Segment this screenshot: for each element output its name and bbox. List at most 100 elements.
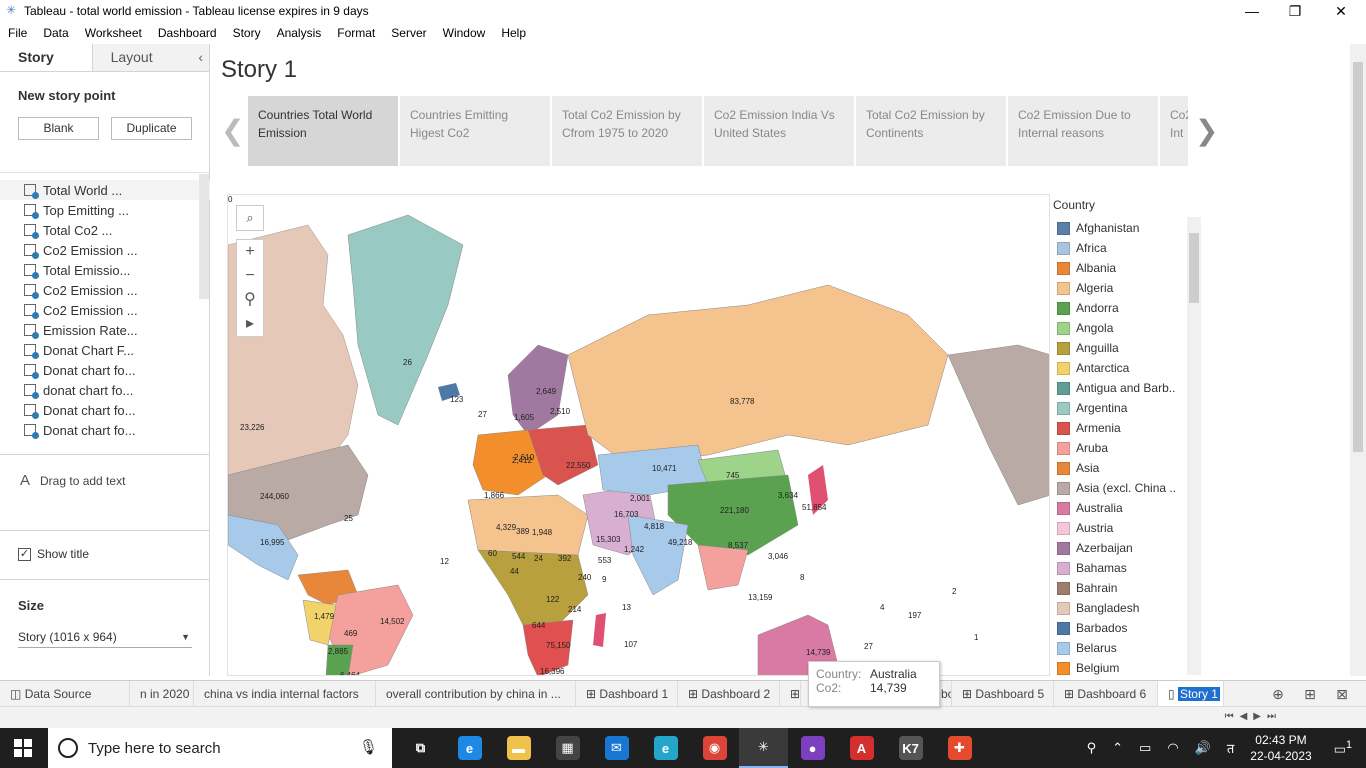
legend-item[interactable]: Barbados xyxy=(1053,618,1203,638)
menu-format[interactable]: Format xyxy=(337,26,375,40)
wifi-icon[interactable]: ◠ xyxy=(1167,740,1178,756)
taskbar-app-task-view[interactable]: ⧉ xyxy=(396,728,445,768)
legend-item[interactable]: Aruba xyxy=(1053,438,1203,458)
taskbar-search-input[interactable]: Type here to search 🎙 xyxy=(48,728,392,768)
sheet-item[interactable]: Total World ... xyxy=(0,180,210,200)
taskbar-app-store[interactable]: ▦ xyxy=(543,728,592,768)
legend-item[interactable]: Asia xyxy=(1053,458,1203,478)
tab-dashboard[interactable]: ⊞ Dashboard 1 xyxy=(576,680,678,707)
country-shape-alaska[interactable] xyxy=(947,344,1050,506)
taskbar-app-file-explorer[interactable]: ▬ xyxy=(494,728,543,768)
taskbar-app-other[interactable]: ✚ xyxy=(935,728,984,768)
story-point[interactable]: Countries Emitting Higest Co2 xyxy=(400,96,550,166)
new-story-icon[interactable]: ⊠ xyxy=(1326,681,1358,707)
show-title-checkbox[interactable]: ✓ xyxy=(18,547,31,561)
legend-item[interactable]: Anguilla xyxy=(1053,338,1203,358)
legend-item[interactable]: Asia (excl. China .. xyxy=(1053,478,1203,498)
story-point[interactable]: Total Co2 Emission by Cfrom 1975 to 2020 xyxy=(552,96,702,166)
tab-story-1[interactable]: ▯ Story 1 xyxy=(1158,680,1224,707)
legend-item[interactable]: Belgium xyxy=(1053,658,1203,678)
legend-item[interactable]: Afghanistan xyxy=(1053,218,1203,238)
menu-server[interactable]: Server xyxy=(391,26,426,40)
menu-dashboard[interactable]: Dashboard xyxy=(158,26,217,40)
collapse-pane-icon[interactable]: ‹ xyxy=(198,44,203,71)
sheet-item[interactable]: Total Co2 ... xyxy=(0,220,210,240)
story-point[interactable]: Co2 Emission Due to Internal reasons xyxy=(1008,96,1158,166)
story-point[interactable]: Countries Total World Emission xyxy=(248,96,398,166)
legend-item[interactable]: Bahamas xyxy=(1053,558,1203,578)
taskbar-app-k7[interactable]: K7 xyxy=(886,728,935,768)
windows-start-icon[interactable] xyxy=(14,739,32,757)
tab-data-source[interactable]: ◫ Data Source xyxy=(0,680,130,707)
legend-scroll-thumb[interactable] xyxy=(1189,233,1199,303)
sheet-item[interactable]: Donat chart fo... xyxy=(0,420,210,440)
legend-item[interactable]: Antarctica xyxy=(1053,358,1203,378)
sheet-navigation-icon[interactable]: ⏮◀▶⏭ xyxy=(1225,711,1282,722)
menu-story[interactable]: Story xyxy=(233,26,261,40)
minimize-button[interactable]: — xyxy=(1229,0,1275,22)
map-search-icon[interactable]: ⌕ xyxy=(236,205,264,231)
notification-icon[interactable]: ▭1 xyxy=(1334,739,1352,757)
taskbar-app-tableau[interactable]: ✳ xyxy=(739,728,788,768)
story-next-arrow-icon[interactable]: ❯ xyxy=(1195,114,1218,147)
tab-story[interactable]: Story xyxy=(0,44,92,71)
blank-button[interactable]: Blank xyxy=(18,117,99,140)
legend-item[interactable]: Austria xyxy=(1053,518,1203,538)
sheet-item[interactable]: Donat chart fo... xyxy=(0,360,210,380)
tab-sheet[interactable]: overall contribution by china in ... xyxy=(376,680,576,707)
sheet-item[interactable]: Top Emitting ... xyxy=(0,200,210,220)
show-title-option[interactable]: ✓ Show title xyxy=(18,547,89,561)
menu-analysis[interactable]: Analysis xyxy=(277,26,322,40)
legend-item[interactable]: Andorra xyxy=(1053,298,1203,318)
battery-icon[interactable]: ▭ xyxy=(1139,740,1151,756)
legend-scrollbar[interactable] xyxy=(1187,217,1201,675)
story-prev-arrow-icon[interactable]: ❮ xyxy=(221,114,244,147)
pin-icon[interactable]: ⚲ xyxy=(237,288,263,312)
tab-dashboard[interactable]: ⊞ Dashboard 6 xyxy=(1054,680,1158,707)
country-shape-madagascar[interactable] xyxy=(593,613,606,647)
taskbar-app-mail[interactable]: ✉ xyxy=(592,728,641,768)
taskbar-app-acrobat[interactable]: A xyxy=(837,728,886,768)
restore-button[interactable]: ❐ xyxy=(1272,0,1318,22)
country-shape-southeast-asia[interactable] xyxy=(697,544,749,591)
taskbar-clock[interactable]: 02:43 PM 22-04-2023 xyxy=(1250,732,1311,764)
volume-icon[interactable]: 🔊 xyxy=(1195,740,1211,756)
sheet-item[interactable]: Donat Chart F... xyxy=(0,340,210,360)
legend-item[interactable]: Africa xyxy=(1053,238,1203,258)
close-button[interactable]: ✕ xyxy=(1318,0,1364,22)
tab-layout[interactable]: Layout ‹ xyxy=(91,44,209,71)
legend-item[interactable]: Argentina xyxy=(1053,398,1203,418)
menu-window[interactable]: Window xyxy=(443,26,486,40)
people-icon[interactable]: ⚲ xyxy=(1087,740,1097,756)
taskbar-app-chrome[interactable]: ◉ xyxy=(690,728,739,768)
country-shape-russia[interactable] xyxy=(567,284,949,466)
sheet-item[interactable]: Total Emissio... xyxy=(0,260,210,280)
show-hidden-icons-icon[interactable]: ⌃ xyxy=(1112,740,1123,756)
world-emission-map[interactable]: ⌕ + − ⚲ ▸ 26 123 23,226 244,060 25 16,995 83,7… xyxy=(227,194,1050,676)
menu-data[interactable]: Data xyxy=(43,26,68,40)
legend-item[interactable]: Bahrain xyxy=(1053,578,1203,598)
duplicate-button[interactable]: Duplicate xyxy=(111,117,192,140)
size-dropdown[interactable]: Story (1016 x 964) ▼ xyxy=(18,628,192,648)
taskbar-app-edge-legacy[interactable]: e xyxy=(445,728,494,768)
input-language-icon[interactable]: त xyxy=(1227,739,1234,757)
sheet-item[interactable]: Emission Rate... xyxy=(0,320,210,340)
sheet-item[interactable]: Co2 Emission ... xyxy=(0,280,210,300)
tab-dashboard[interactable]: ⊞ Dashboard 2 xyxy=(678,680,780,707)
new-worksheet-icon[interactable]: ⊕ xyxy=(1262,681,1294,707)
story-point[interactable]: Co2 Int xyxy=(1160,96,1188,166)
legend-item[interactable]: Belarus xyxy=(1053,638,1203,658)
menu-help[interactable]: Help xyxy=(501,26,526,40)
legend-item[interactable]: Albania xyxy=(1053,258,1203,278)
microphone-icon[interactable]: 🎙 xyxy=(359,738,378,756)
legend-item[interactable]: Australia xyxy=(1053,498,1203,518)
story-scroll-thumb[interactable] xyxy=(1353,62,1363,452)
menu-file[interactable]: File xyxy=(8,26,27,40)
sheet-item[interactable]: Donat chart fo... xyxy=(0,400,210,420)
legend-item[interactable]: Bangladesh xyxy=(1053,598,1203,618)
zoom-out-icon[interactable]: − xyxy=(237,264,263,288)
new-dashboard-icon[interactable]: ⊞ xyxy=(1294,681,1326,707)
story-scrollbar[interactable] xyxy=(1350,44,1366,676)
taskbar-app-edge[interactable]: e xyxy=(641,728,690,768)
story-title[interactable]: Story 1 xyxy=(221,56,297,84)
